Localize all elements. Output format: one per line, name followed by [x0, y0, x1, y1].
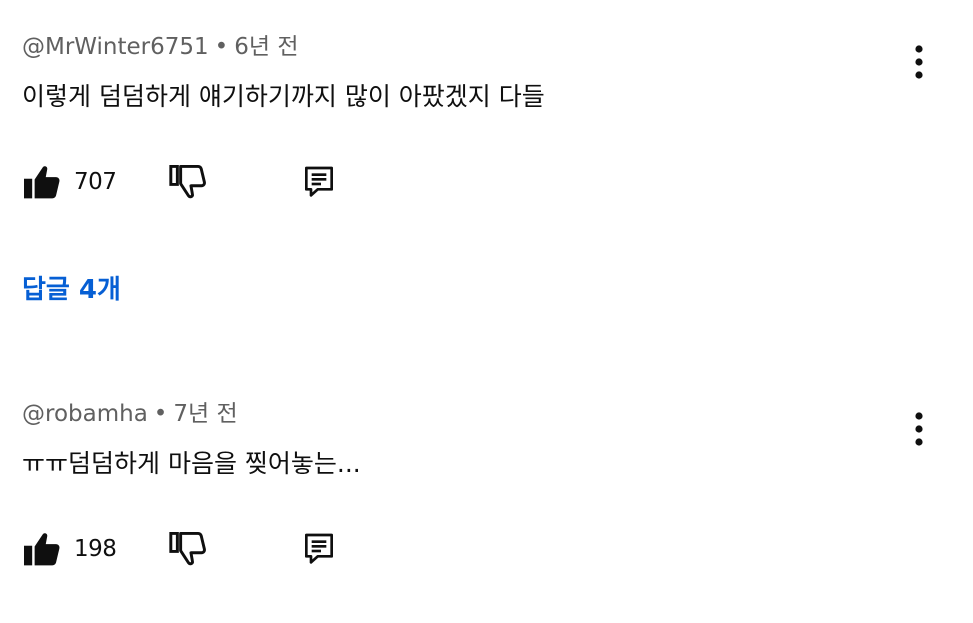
comment-icon — [305, 533, 333, 564]
comment-header: @robamha • 7년 전 — [22, 399, 238, 429]
comment-icon — [305, 166, 333, 197]
meta-separator: • — [153, 401, 168, 427]
more-vert-icon — [915, 412, 923, 446]
comment-author[interactable]: @robamha — [22, 401, 148, 427]
comment-author[interactable]: @MrWinter6751 — [22, 34, 209, 60]
comment-thread: @MrWinter6751 • 6년 전 이렇게 덤덤하게 얘기하기까지 많이 아팠… — [22, 32, 973, 212]
comment-text: ㅠㅠ덤덤하게 마음을 찢어놓는... — [22, 449, 361, 478]
reply-button[interactable] — [304, 162, 334, 202]
dislike-button[interactable] — [168, 162, 208, 202]
like-count: 707 — [74, 169, 117, 195]
thumbs-down-icon — [169, 531, 206, 566]
like-count: 198 — [74, 536, 117, 562]
view-replies-link[interactable]: 답글 4개 — [22, 272, 121, 308]
comment-more-button[interactable] — [907, 411, 931, 447]
comment-time: 7년 전 — [173, 401, 238, 427]
comment-text: 이렇게 덤덤하게 얘기하기까지 많이 아팠겠지 다들 — [22, 82, 545, 111]
thumbs-down-icon — [169, 164, 206, 199]
comment-more-button[interactable] — [907, 44, 931, 80]
comment-time: 6년 전 — [234, 34, 299, 60]
thumbs-up-icon — [24, 533, 60, 566]
reply-button[interactable] — [304, 529, 334, 569]
like-button[interactable]: 707 — [22, 162, 117, 202]
meta-separator: • — [214, 34, 229, 60]
comment-thread: @robamha • 7년 전 ㅠㅠ덤덤하게 마음을 찢어놓는... 198 — [22, 399, 973, 579]
thumbs-up-icon — [24, 166, 60, 199]
comment-header: @MrWinter6751 • 6년 전 — [22, 32, 299, 62]
dislike-button[interactable] — [168, 529, 208, 569]
more-vert-icon — [915, 45, 923, 79]
like-button[interactable]: 198 — [22, 529, 117, 569]
